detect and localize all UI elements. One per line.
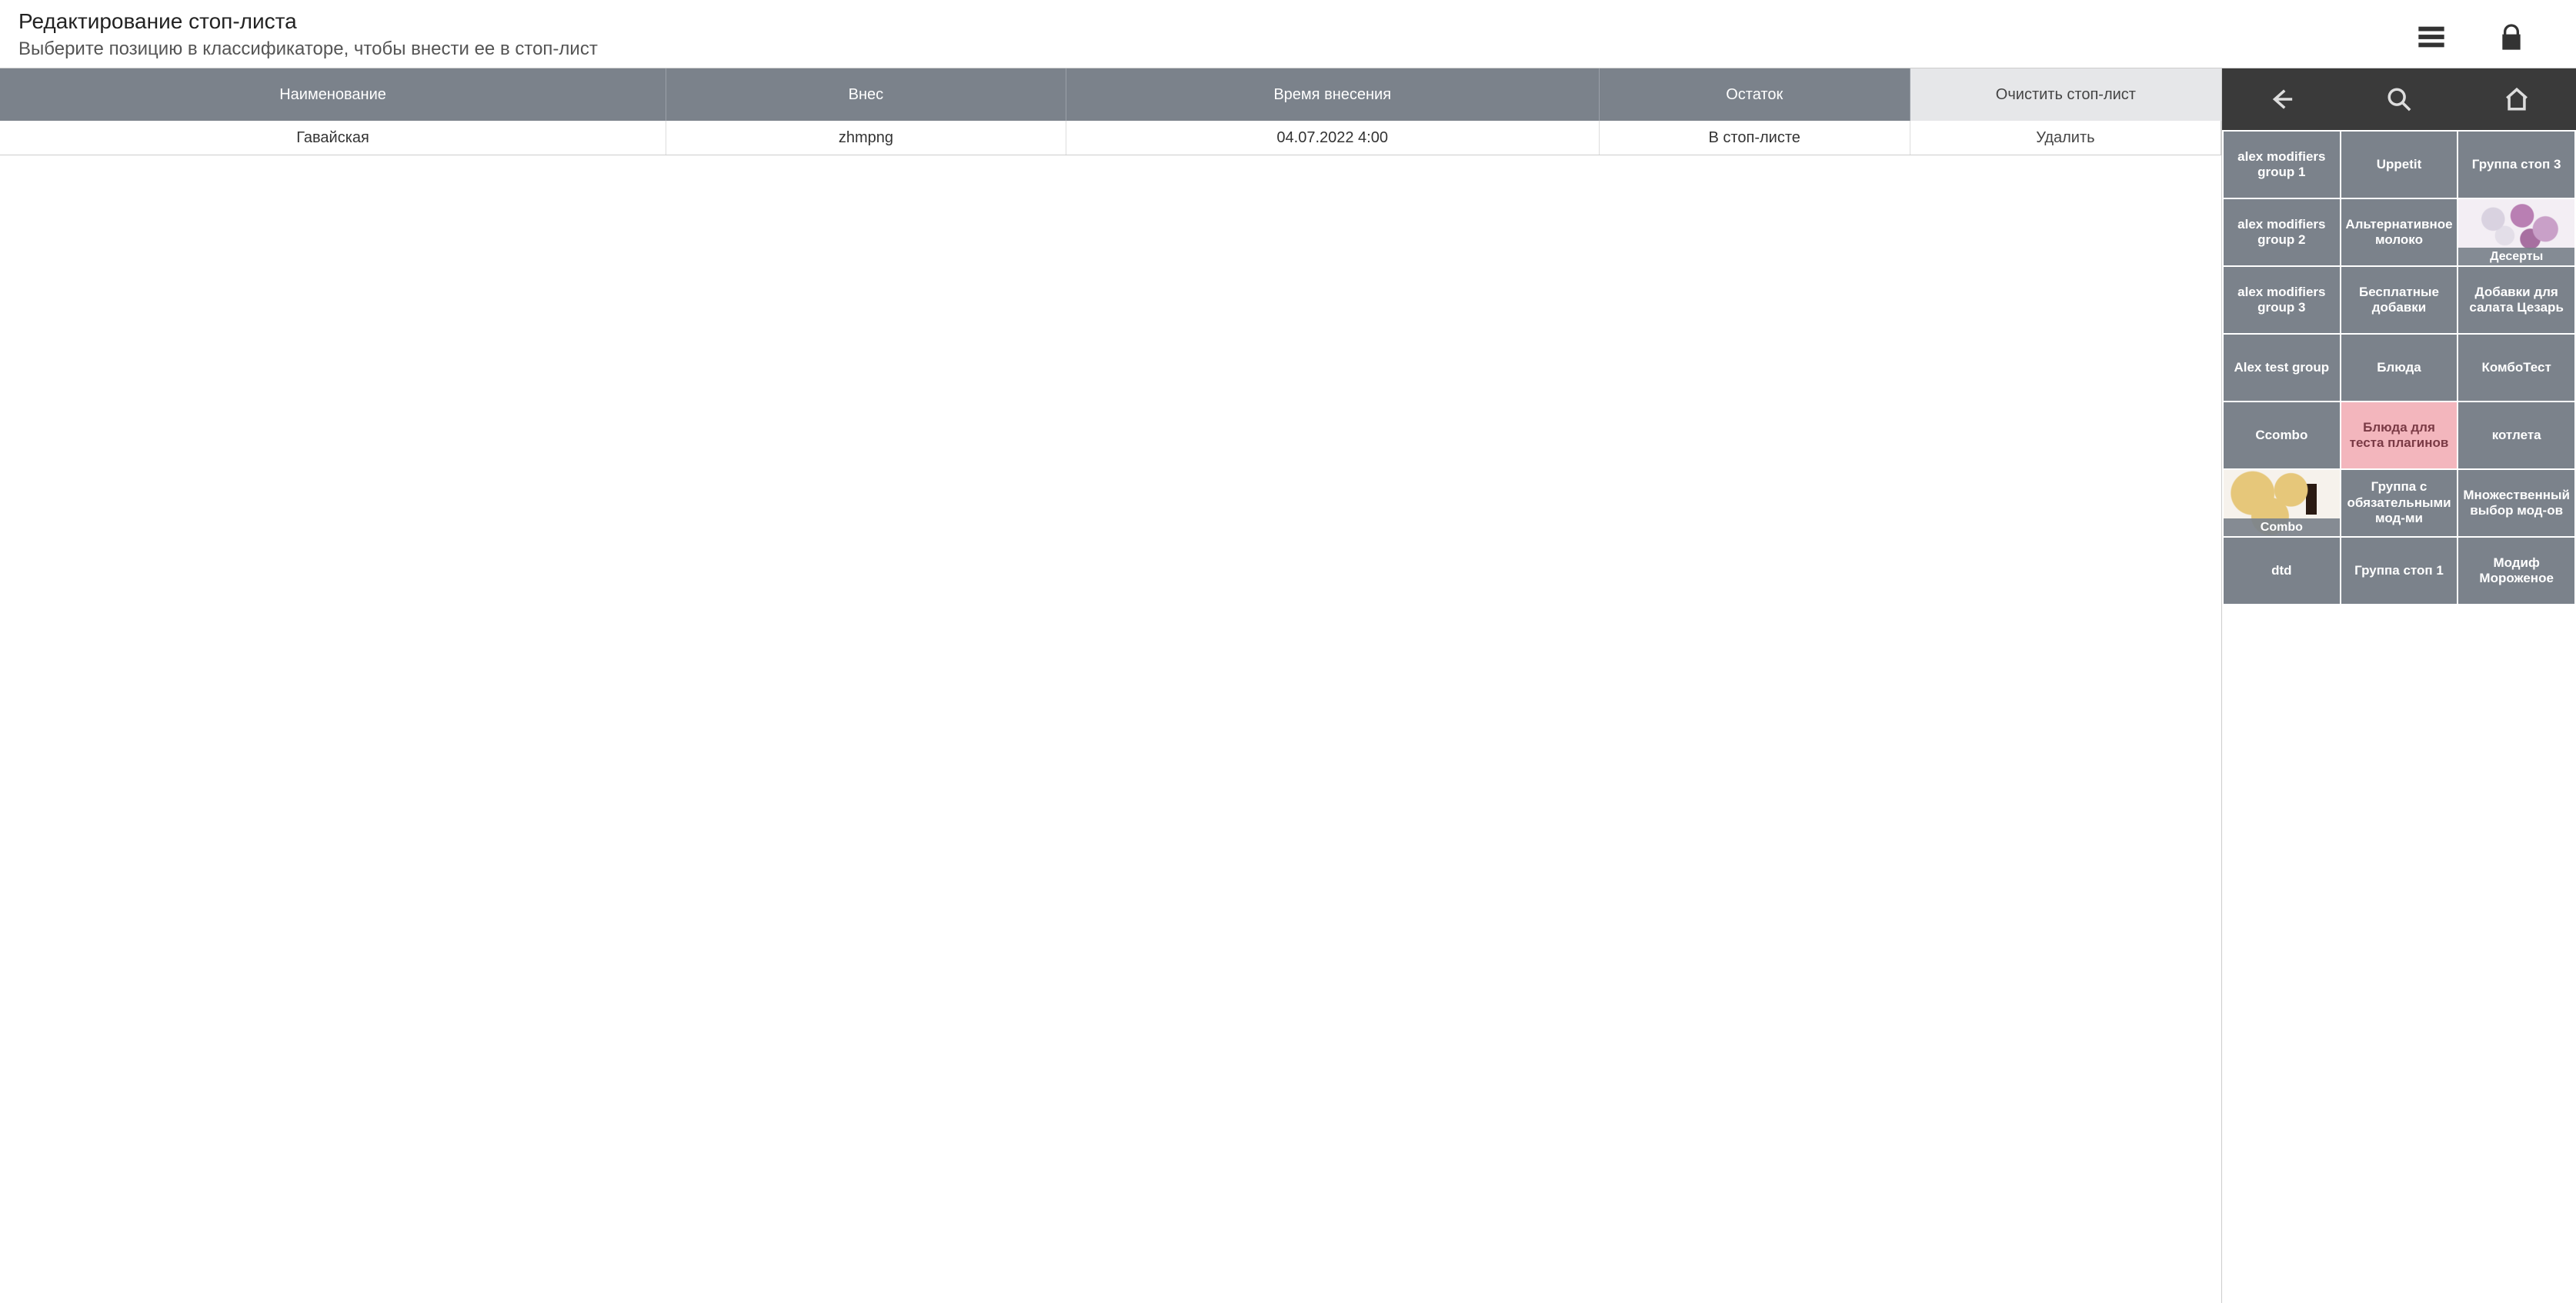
category-cell[interactable]: Группа с обязательными мод-ми: [2341, 470, 2458, 536]
category-label: alex modifiers group 1: [2227, 149, 2337, 181]
lock-icon[interactable]: [2496, 22, 2527, 52]
table-row: Гавайскаяzhmpng04.07.2022 4:00В стоп-лис…: [0, 121, 2221, 155]
category-cell[interactable]: alex modifiers group 1: [2224, 132, 2340, 198]
category-cell[interactable]: Десерты: [2458, 199, 2574, 265]
th-name: Наименование: [0, 68, 666, 121]
td-user: zhmpng: [666, 121, 1066, 155]
category-cell[interactable]: Ccombo: [2224, 402, 2340, 468]
th-user: Внес: [666, 68, 1066, 121]
category-cell[interactable]: Добавки для салата Цезарь: [2458, 267, 2574, 333]
category-label: Блюда: [2377, 360, 2421, 375]
category-cell[interactable]: Alex test group: [2224, 335, 2340, 401]
th-rest: Остаток: [1600, 68, 1910, 121]
header-text: Редактирование стоп-листа Выберите позиц…: [18, 9, 2416, 60]
category-cell[interactable]: Группа стоп 3: [2458, 132, 2574, 198]
category-cell[interactable]: Uppetit: [2341, 132, 2458, 198]
category-label: Ccombo: [2255, 428, 2307, 443]
category-label: Добавки для салата Цезарь: [2461, 285, 2571, 316]
category-cell[interactable]: alex modifiers group 3: [2224, 267, 2340, 333]
search-icon[interactable]: [2386, 86, 2412, 112]
category-cell[interactable]: Модиф Мороженое: [2458, 538, 2574, 604]
td-time: 04.07.2022 4:00: [1066, 121, 1600, 155]
category-cell[interactable]: Группа стоп 1: [2341, 538, 2458, 604]
header-actions: [2416, 9, 2558, 52]
category-label: котлета: [2492, 428, 2541, 443]
category-label: Множественный выбор мод-ов: [2461, 488, 2571, 519]
stoplist-panel: Наименование Внес Время внесения Остаток…: [0, 68, 2222, 1303]
category-cell[interactable]: alex modifiers group 2: [2224, 199, 2340, 265]
category-label: Десерты: [2458, 248, 2574, 265]
category-label: Группа стоп 1: [2354, 563, 2444, 578]
page-subtitle: Выберите позицию в классификаторе, чтобы…: [18, 38, 2416, 60]
table-body: Гавайскаяzhmpng04.07.2022 4:00В стоп-лис…: [0, 121, 2221, 155]
delete-row-button[interactable]: Удалить: [1910, 121, 2221, 155]
page-title: Редактирование стоп-листа: [18, 9, 2416, 34]
category-cell[interactable]: Множественный выбор мод-ов: [2458, 470, 2574, 536]
category-cell[interactable]: dtd: [2224, 538, 2340, 604]
classifier-panel: alex modifiers group 1 Uppetit Группа стоп…: [2222, 68, 2576, 1303]
category-label: dtd: [2271, 563, 2291, 578]
category-label: alex modifiers group 3: [2227, 285, 2337, 316]
category-label: Группа с обязательными мод-ми: [2344, 479, 2454, 526]
category-cell[interactable]: Блюда для теста плагинов: [2341, 402, 2458, 468]
category-label: Модиф Мороженое: [2461, 555, 2571, 587]
category-label: Alex test group: [2234, 360, 2329, 375]
clear-stoplist-button[interactable]: Очистить стоп-лист: [1910, 68, 2221, 121]
td-name: Гавайская: [0, 121, 666, 155]
category-cell[interactable]: Combo: [2224, 470, 2340, 536]
back-arrow-icon[interactable]: [2268, 86, 2294, 112]
category-cell[interactable]: КомбоТест: [2458, 335, 2574, 401]
category-grid: alex modifiers group 1 Uppetit Группа стоп…: [2222, 130, 2576, 1303]
category-label: Группа стоп 3: [2472, 157, 2561, 172]
category-label: Альтернативное молоко: [2344, 217, 2454, 248]
category-cell[interactable]: котлета: [2458, 402, 2574, 468]
category-cell[interactable]: Альтернативное молоко: [2341, 199, 2458, 265]
main-area: Наименование Внес Время внесения Остаток…: [0, 68, 2576, 1303]
classifier-nav: [2222, 68, 2576, 130]
category-label: Combo: [2224, 518, 2340, 536]
category-label: Блюда для теста плагинов: [2344, 420, 2454, 452]
th-time: Время внесения: [1066, 68, 1600, 121]
category-label: Uppetit: [2377, 157, 2422, 172]
table-header: Наименование Внес Время внесения Остаток…: [0, 68, 2221, 121]
category-cell[interactable]: Бесплатные добавки: [2341, 267, 2458, 333]
hamburger-menu-icon[interactable]: [2416, 22, 2447, 52]
category-label: alex modifiers group 2: [2227, 217, 2337, 248]
category-label: КомбоТест: [2482, 360, 2551, 375]
page-header: Редактирование стоп-листа Выберите позиц…: [0, 0, 2576, 68]
category-cell[interactable]: Блюда: [2341, 335, 2458, 401]
td-rest: В стоп-листе: [1600, 121, 1910, 155]
category-label: Бесплатные добавки: [2344, 285, 2454, 316]
home-icon[interactable]: [2504, 86, 2530, 112]
